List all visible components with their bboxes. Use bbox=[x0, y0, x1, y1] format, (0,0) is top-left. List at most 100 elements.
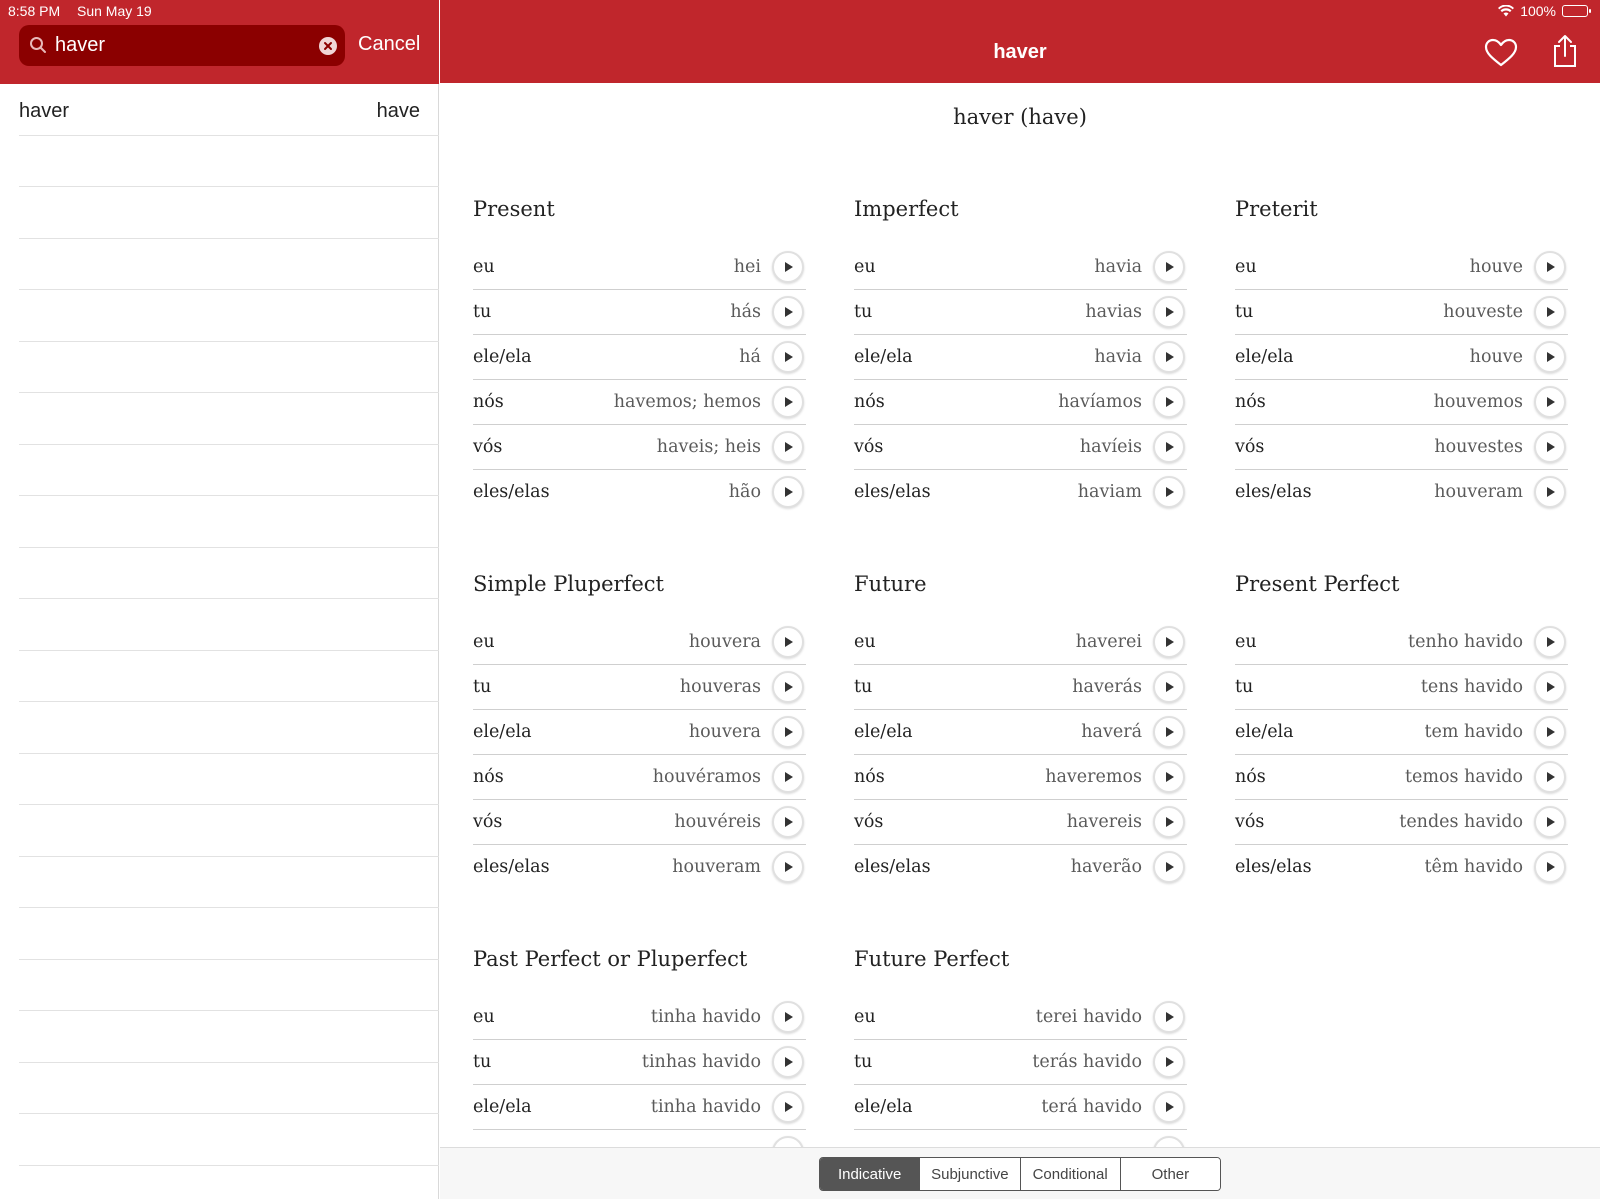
verb-form: havia bbox=[1094, 347, 1142, 367]
empty-row bbox=[19, 548, 439, 599]
tense-title: Present Perfect bbox=[1235, 572, 1400, 596]
play-audio-icon[interactable] bbox=[1153, 251, 1185, 283]
pronoun: ele/ela bbox=[473, 722, 532, 742]
conjugation-row-partial bbox=[473, 1130, 806, 1147]
verb-form: havíamos bbox=[1058, 392, 1142, 412]
play-audio-icon[interactable] bbox=[1153, 1136, 1185, 1147]
pronoun: eles/elas bbox=[1235, 857, 1312, 877]
play-audio-icon[interactable] bbox=[772, 1001, 804, 1033]
results-list: haver have bbox=[19, 84, 439, 1166]
empty-row bbox=[19, 857, 439, 908]
pronoun: tu bbox=[473, 302, 492, 322]
play-audio-icon[interactable] bbox=[772, 851, 804, 883]
verb-form: tinhas havido bbox=[641, 1052, 761, 1072]
play-audio-icon[interactable] bbox=[772, 806, 804, 838]
play-audio-icon[interactable] bbox=[772, 761, 804, 793]
play-audio-icon[interactable] bbox=[1153, 626, 1185, 658]
tense-title: Future Perfect bbox=[854, 947, 1010, 971]
tab-other[interactable]: Other bbox=[1120, 1158, 1220, 1190]
pronoun: tu bbox=[1235, 302, 1254, 322]
empty-row bbox=[19, 651, 439, 702]
play-audio-icon[interactable] bbox=[772, 1046, 804, 1078]
conjugation-row: nós houvemos bbox=[1235, 380, 1568, 425]
play-audio-icon[interactable] bbox=[1153, 1046, 1185, 1078]
tab-subjunctive[interactable]: Subjunctive bbox=[920, 1158, 1021, 1190]
play-audio-icon[interactable] bbox=[1153, 761, 1185, 793]
play-audio-icon[interactable] bbox=[1153, 851, 1185, 883]
cancel-button[interactable]: Cancel bbox=[358, 33, 420, 56]
verb-form: hei bbox=[733, 257, 761, 277]
verb-form: hão bbox=[728, 482, 761, 502]
play-audio-icon[interactable] bbox=[772, 626, 804, 658]
empty-row bbox=[19, 445, 439, 496]
play-audio-icon[interactable] bbox=[772, 251, 804, 283]
play-audio-icon[interactable] bbox=[1153, 431, 1185, 463]
play-audio-icon[interactable] bbox=[1534, 851, 1566, 883]
pronoun: eu bbox=[473, 1007, 495, 1027]
play-audio-icon[interactable] bbox=[1153, 806, 1185, 838]
pronoun: eu bbox=[854, 1007, 876, 1027]
pronoun: eu bbox=[473, 257, 495, 277]
conjugation-row: eu hei bbox=[473, 245, 806, 290]
play-audio-icon[interactable] bbox=[1153, 296, 1185, 328]
play-audio-icon[interactable] bbox=[772, 386, 804, 418]
result-row[interactable]: haver have bbox=[19, 84, 439, 136]
pronoun: eu bbox=[854, 632, 876, 652]
tab-conditional[interactable]: Conditional bbox=[1020, 1158, 1121, 1190]
play-audio-icon[interactable] bbox=[1153, 1001, 1185, 1033]
play-audio-icon[interactable] bbox=[772, 1136, 804, 1147]
play-audio-icon[interactable] bbox=[772, 431, 804, 463]
conjugation-row: eu terei havido bbox=[854, 995, 1187, 1040]
share-icon[interactable] bbox=[1552, 34, 1578, 73]
empty-row bbox=[19, 342, 439, 393]
empty-row bbox=[19, 805, 439, 857]
play-audio-icon[interactable] bbox=[772, 341, 804, 373]
pronoun: eles/elas bbox=[854, 482, 931, 502]
verb-form: houveram bbox=[1434, 482, 1523, 502]
play-audio-icon[interactable] bbox=[1534, 341, 1566, 373]
play-audio-icon[interactable] bbox=[1534, 671, 1566, 703]
play-audio-icon[interactable] bbox=[1534, 716, 1566, 748]
pronoun: tu bbox=[854, 677, 873, 697]
verb-form: terei havido bbox=[1035, 1007, 1142, 1027]
play-audio-icon[interactable] bbox=[772, 716, 804, 748]
conjugation-row: eles/elas têm havido bbox=[1235, 845, 1568, 890]
verb-form: tinha havido bbox=[650, 1007, 761, 1027]
conjugation-row: ele/ela haverá bbox=[854, 710, 1187, 755]
play-audio-icon[interactable] bbox=[1153, 716, 1185, 748]
empty-row bbox=[19, 1011, 439, 1063]
tab-indicative[interactable]: Indicative bbox=[820, 1158, 921, 1190]
search-input[interactable] bbox=[55, 25, 305, 66]
search-field[interactable] bbox=[19, 25, 345, 66]
play-audio-icon[interactable] bbox=[1153, 1091, 1185, 1123]
play-audio-icon[interactable] bbox=[1534, 251, 1566, 283]
empty-row bbox=[19, 908, 439, 960]
play-audio-icon[interactable] bbox=[772, 296, 804, 328]
play-audio-icon[interactable] bbox=[772, 671, 804, 703]
conjugation-row: tu houveste bbox=[1235, 290, 1568, 335]
conjugation-row: tu houveras bbox=[473, 665, 806, 710]
clear-search-icon[interactable] bbox=[319, 37, 337, 55]
tense-title: Simple Pluperfect bbox=[473, 572, 664, 596]
pronoun: eles/elas bbox=[473, 482, 550, 502]
favorite-heart-icon[interactable] bbox=[1484, 38, 1518, 73]
play-audio-icon[interactable] bbox=[1534, 386, 1566, 418]
play-audio-icon[interactable] bbox=[1153, 476, 1185, 508]
conjugation-row: eu houve bbox=[1235, 245, 1568, 290]
play-audio-icon[interactable] bbox=[1534, 431, 1566, 463]
play-audio-icon[interactable] bbox=[1534, 476, 1566, 508]
tense-title: Future bbox=[854, 572, 927, 596]
play-audio-icon[interactable] bbox=[1534, 761, 1566, 793]
play-audio-icon[interactable] bbox=[1534, 296, 1566, 328]
verb-form: havia bbox=[1094, 257, 1142, 277]
tense-imperfect: Imperfect eu havia tu havias ele/ela havia … bbox=[854, 197, 1187, 515]
mood-segmented-control: Indicative Subjunctive Conditional Other bbox=[819, 1157, 1221, 1191]
play-audio-icon[interactable] bbox=[1534, 806, 1566, 838]
play-audio-icon[interactable] bbox=[1534, 626, 1566, 658]
play-audio-icon[interactable] bbox=[1153, 671, 1185, 703]
result-meaning: have bbox=[376, 100, 420, 122]
play-audio-icon[interactable] bbox=[1153, 386, 1185, 418]
play-audio-icon[interactable] bbox=[772, 1091, 804, 1123]
play-audio-icon[interactable] bbox=[772, 476, 804, 508]
play-audio-icon[interactable] bbox=[1153, 341, 1185, 373]
